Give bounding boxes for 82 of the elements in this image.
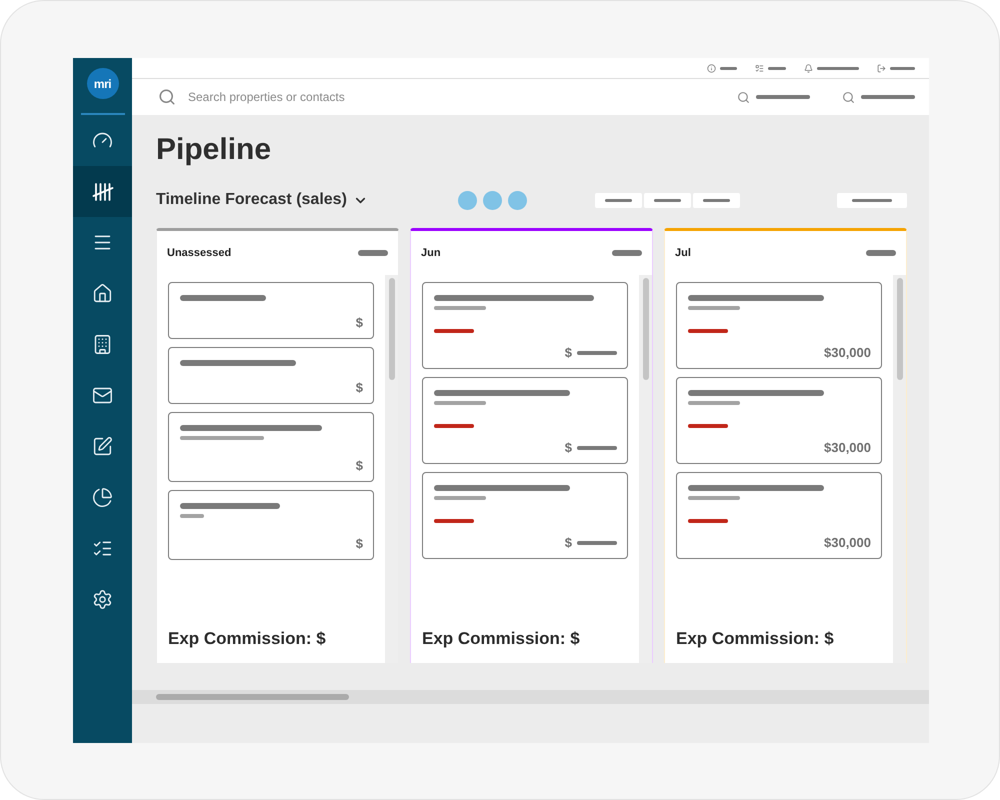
- pie-chart-icon: [92, 487, 113, 508]
- settings-icon: [92, 589, 113, 610]
- amount: $30,000: [824, 345, 871, 360]
- status-bar: [688, 329, 728, 333]
- deal-card[interactable]: $: [168, 412, 374, 482]
- amount: $: [356, 315, 363, 330]
- link-placeholder[interactable]: [768, 66, 786, 70]
- search-icon[interactable]: [842, 90, 855, 104]
- commission-total: Exp Commission: $: [421, 629, 581, 650]
- subtitle-placeholder: [434, 306, 486, 310]
- amount-placeholder: [577, 540, 617, 544]
- amount: $: [564, 345, 572, 360]
- deal-card[interactable]: $: [422, 377, 628, 464]
- column-title: Jul: [675, 247, 691, 259]
- tally-icon: [92, 182, 114, 202]
- dot-icon: [482, 190, 502, 210]
- subtitle-placeholder: [180, 514, 204, 518]
- home-icon: [92, 283, 113, 304]
- deal-card[interactable]: $30,000: [676, 282, 882, 369]
- column-title: Jun: [421, 247, 441, 259]
- status-bar: [434, 519, 474, 523]
- bell-icon[interactable]: [804, 64, 813, 72]
- status-bar: [688, 519, 728, 523]
- status-bar: [434, 329, 474, 333]
- amount: $: [356, 380, 363, 395]
- subtitle-placeholder: [688, 306, 740, 310]
- subtitle-placeholder: [434, 401, 486, 405]
- mail-icon: [92, 385, 113, 406]
- scrollbar-thumb[interactable]: [388, 278, 394, 380]
- logo: mri: [86, 68, 118, 100]
- amount-placeholder: [577, 350, 617, 354]
- link-placeholder[interactable]: [890, 66, 915, 70]
- logout-icon[interactable]: [877, 64, 886, 72]
- search-icon: [158, 88, 176, 106]
- column-title: Unassessed: [167, 247, 232, 259]
- horizontal-scrollbar[interactable]: [132, 690, 929, 704]
- link-placeholder[interactable]: [817, 66, 859, 70]
- amount-placeholder: [577, 446, 617, 450]
- scrollbar-track[interactable]: [893, 275, 906, 663]
- subtitle-placeholder: [434, 496, 486, 500]
- subtitle-placeholder: [688, 401, 740, 405]
- amount: $: [564, 535, 572, 550]
- subtitle-placeholder: [688, 496, 740, 500]
- sidebar-item[interactable]: [73, 166, 132, 217]
- link-placeholder[interactable]: [720, 66, 737, 70]
- amount: $: [356, 458, 363, 473]
- amount: $30,000: [824, 440, 871, 455]
- scrollbar-thumb[interactable]: [156, 694, 349, 700]
- status-bar: [688, 424, 728, 428]
- count-placeholder: [612, 250, 642, 256]
- deal-card[interactable]: $: [422, 282, 628, 369]
- toolbar-button[interactable]: [594, 192, 642, 208]
- toolbar-button[interactable]: [837, 192, 907, 208]
- deal-card[interactable]: $: [168, 347, 374, 404]
- count-placeholder: [358, 250, 388, 256]
- deal-card[interactable]: $30,000: [676, 377, 882, 464]
- list-icon[interactable]: [755, 64, 764, 72]
- commission-total: Exp Commission: $: [675, 629, 835, 650]
- toolbar-button[interactable]: [644, 192, 691, 208]
- commission-total: Exp Commission: $: [167, 629, 327, 650]
- scrollbar-thumb[interactable]: [642, 278, 648, 380]
- building-icon: [92, 334, 113, 355]
- deal-card[interactable]: $: [168, 282, 374, 339]
- search-icon[interactable]: [737, 90, 750, 104]
- amount: $30,000: [824, 535, 871, 550]
- scrollbar-thumb[interactable]: [896, 278, 902, 380]
- info-icon[interactable]: [707, 64, 716, 72]
- status-bar: [434, 424, 474, 428]
- amount: $: [564, 440, 572, 455]
- dot-icon: [508, 190, 527, 210]
- view-selector[interactable]: Timeline Forecast (sales): [156, 191, 368, 209]
- deal-card[interactable]: $30,000: [676, 472, 882, 559]
- scrollbar-track[interactable]: [639, 275, 652, 663]
- page-title: Pipeline: [156, 133, 272, 167]
- search-field[interactable]: Search properties or contacts: [186, 89, 705, 105]
- toolbar-button[interactable]: [692, 192, 740, 208]
- edit-icon: [92, 436, 113, 457]
- amount: $: [356, 536, 363, 551]
- dot-icon: [458, 190, 477, 210]
- deal-card[interactable]: $: [168, 490, 374, 560]
- count-placeholder: [866, 250, 896, 256]
- deal-card[interactable]: $: [422, 472, 628, 559]
